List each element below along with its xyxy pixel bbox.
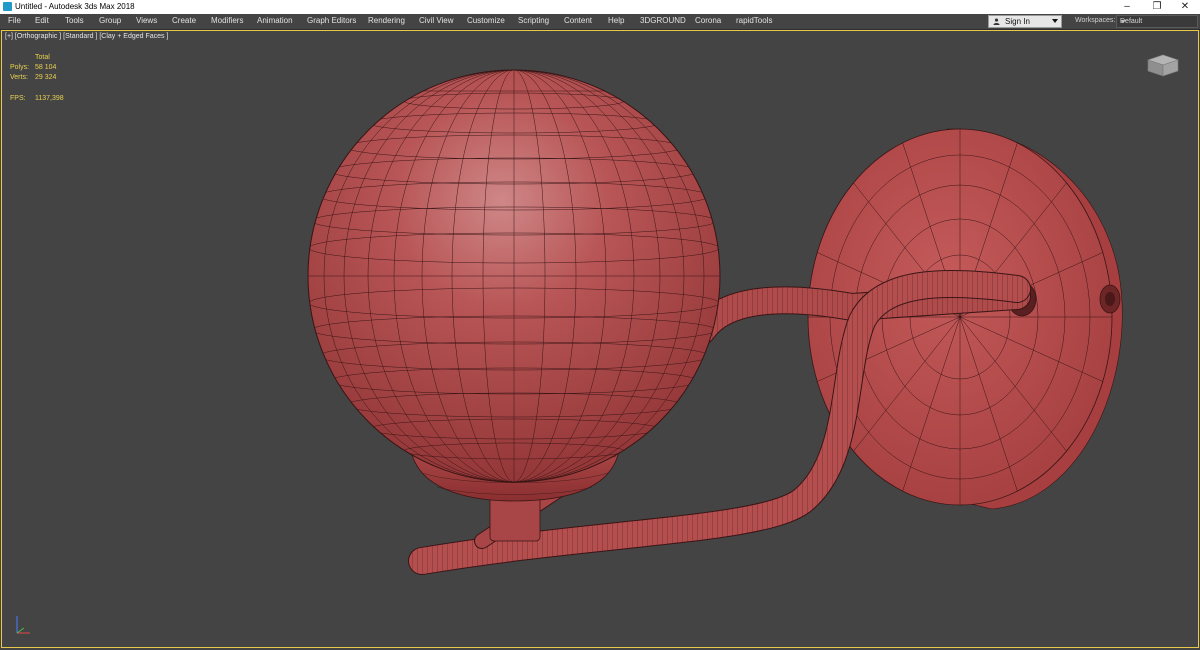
- viewcube-icon[interactable]: [1144, 51, 1182, 77]
- wall-lamp-model[interactable]: [2, 31, 1198, 647]
- menu-customize[interactable]: Customize: [467, 14, 505, 29]
- 3ds-max-icon: [3, 2, 12, 11]
- menu-scripting[interactable]: Scripting: [518, 14, 549, 29]
- axis-tripod-icon: [16, 616, 30, 634]
- menu-civil-view[interactable]: Civil View: [419, 14, 454, 29]
- stats-fps-value: 1137,398: [35, 95, 64, 102]
- menu-tools[interactable]: Tools: [65, 14, 84, 29]
- menu-graph-editors[interactable]: Graph Editors: [307, 14, 356, 29]
- stats-verts-label: Verts:: [10, 74, 28, 81]
- perspective-viewport[interactable]: [+] [Orthographic ] [Standard ] [Clay + …: [1, 30, 1199, 648]
- menu-file[interactable]: File: [8, 14, 21, 29]
- menu-rendering[interactable]: Rendering: [368, 14, 405, 29]
- minimize-button[interactable]: –: [1112, 0, 1142, 14]
- stats-verts-value: 29 324: [35, 74, 57, 81]
- window-title: Untitled - Autodesk 3ds Max 2018: [15, 2, 135, 11]
- menu-animation[interactable]: Animation: [257, 14, 293, 29]
- title-bar: Untitled - Autodesk 3ds Max 2018 – ❐ ✕: [0, 0, 1200, 14]
- viewport-label[interactable]: [+] [Orthographic ] [Standard ] [Clay + …: [5, 33, 168, 40]
- menu-views[interactable]: Views: [136, 14, 157, 29]
- workspace-select[interactable]: Default: [1116, 15, 1198, 28]
- restore-button[interactable]: ❐: [1142, 0, 1172, 14]
- menu-create[interactable]: Create: [172, 14, 196, 29]
- stats-polys-label: Polys:: [10, 64, 30, 71]
- menu-3dground[interactable]: 3DGROUND: [640, 14, 686, 29]
- menu-modifiers[interactable]: Modifiers: [211, 14, 243, 29]
- stats-total-label: Total: [35, 54, 50, 61]
- menu-content[interactable]: Content: [564, 14, 592, 29]
- menu-group[interactable]: Group: [99, 14, 121, 29]
- workspaces-label: Workspaces:: [1075, 17, 1116, 24]
- chevron-down-icon: [1052, 19, 1058, 23]
- close-button[interactable]: ✕: [1170, 0, 1200, 14]
- stats-fps-label: FPS:: [10, 95, 26, 102]
- menu-corona[interactable]: Corona: [695, 14, 721, 29]
- menu-help[interactable]: Help: [608, 14, 624, 29]
- menu-bar: File Edit Tools Group Views Create Modif…: [0, 14, 1200, 30]
- sign-in-label: Sign In: [1005, 17, 1030, 26]
- menu-edit[interactable]: Edit: [35, 14, 49, 29]
- user-icon: [993, 18, 1000, 25]
- sign-in-dropdown[interactable]: Sign In: [988, 15, 1062, 28]
- chevron-down-icon: [1120, 20, 1126, 23]
- stats-polys-value: 58 104: [35, 64, 57, 71]
- menu-rapidtools[interactable]: rapidTools: [736, 14, 772, 29]
